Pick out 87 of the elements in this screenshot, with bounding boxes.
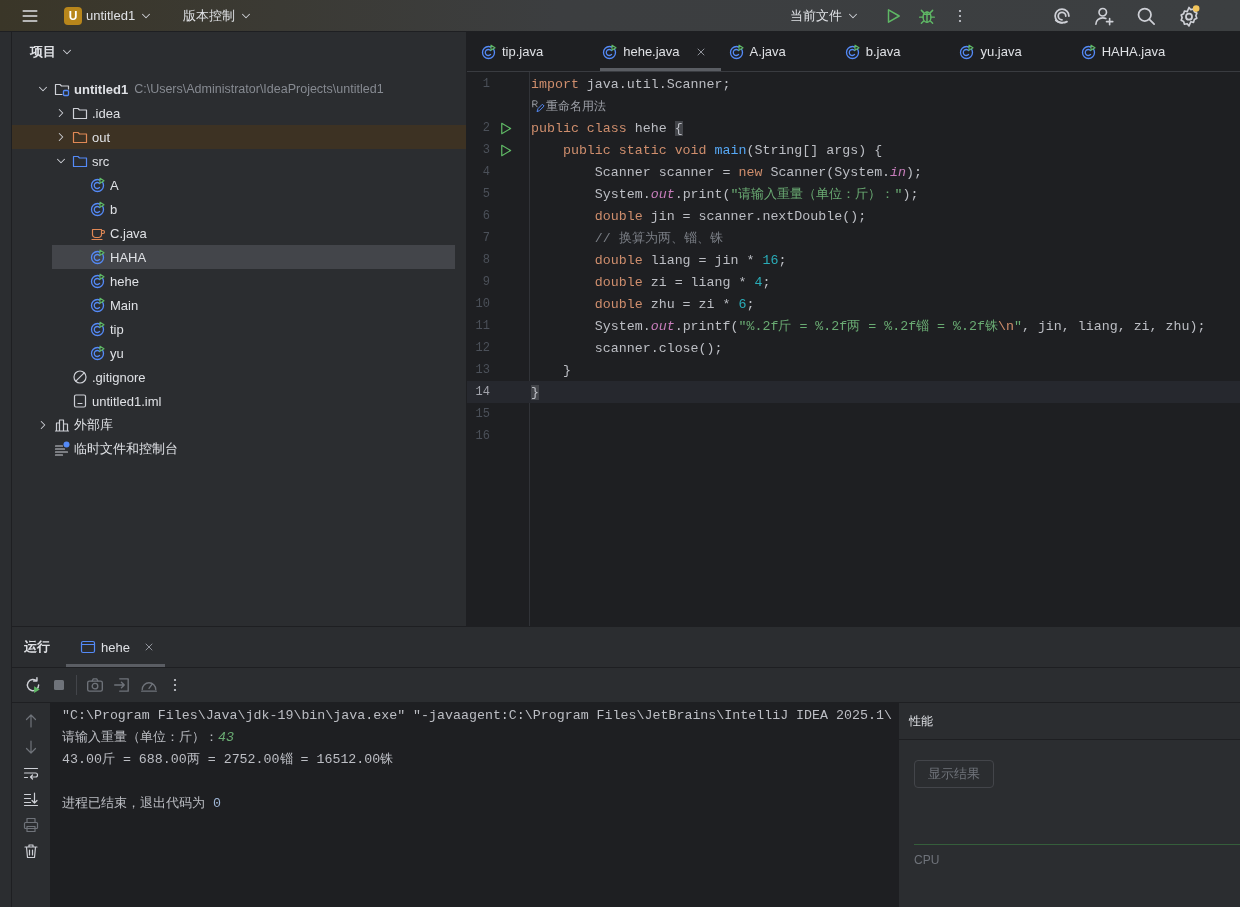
console-line: 进程已结束，退出代码为 0: [62, 795, 221, 812]
library-icon: [54, 417, 70, 433]
class-icon: [90, 273, 106, 289]
tree-item[interactable]: untitled1 C:\Users\Administrator\IdeaProjects\untitled1: [12, 77, 466, 101]
code-line: double jin = scanner.nextDouble();: [593, 208, 867, 224]
class-icon: [728, 43, 745, 60]
console-line: "C:\Program Files\Java\jdk-19\bin\java.exe" "-javaagent:C:\Program Files\JetBrains\IntelliJ IDEA 2025.1\: [62, 707, 892, 723]
editor-tab[interactable]: HAHA.java: [1078, 32, 1217, 71]
rerun-icon[interactable]: [24, 676, 42, 694]
project-view-title[interactable]: 项目: [24, 42, 80, 62]
code-line: import java.util.Scanner;: [531, 76, 731, 92]
editor-tab[interactable]: A.java: [726, 32, 837, 71]
class-icon: [90, 201, 106, 217]
code-line: public class hehe {: [531, 120, 683, 136]
folder-icon: [72, 129, 88, 145]
code-line: }: [561, 362, 571, 378]
panel-title: 性能: [909, 712, 933, 730]
class-icon: [959, 43, 976, 60]
slashed-circle-icon: [72, 369, 88, 385]
class-icon: [90, 297, 106, 313]
project-menu[interactable]: untitled1: [82, 2, 158, 29]
spiral-icon[interactable]: [1052, 5, 1072, 26]
arrow-down-icon[interactable]: [23, 739, 39, 755]
tree-item[interactable]: yu: [12, 341, 466, 365]
code-line: double liang = jin * 16;: [593, 252, 787, 268]
class-icon: [90, 177, 106, 193]
tree-item[interactable]: .idea: [12, 101, 466, 125]
stop-icon[interactable]: [51, 677, 67, 693]
tree-item[interactable]: A: [12, 173, 466, 197]
run-tab[interactable]: hehe: [66, 627, 165, 667]
folder-icon: [54, 81, 70, 97]
usage-hint[interactable]: 重命名用法: [546, 97, 606, 115]
code-line: public static void main(String[] args) {: [561, 142, 883, 158]
tree-item[interactable]: .gitignore: [12, 365, 466, 389]
code-line: double zhu = zi * 6;: [593, 296, 755, 312]
code-line: scanner.close();: [593, 340, 723, 356]
class-icon: [1080, 43, 1097, 60]
editor-tab[interactable]: tip.java: [479, 32, 595, 71]
class-icon: [602, 43, 619, 60]
search-icon[interactable]: [1136, 5, 1156, 26]
tree-item[interactable]: b: [12, 197, 466, 221]
project-badge: U: [64, 6, 82, 25]
class-icon: [481, 43, 497, 60]
trash-icon[interactable]: [23, 843, 39, 859]
settings-icon[interactable]: [1178, 4, 1200, 27]
print-icon[interactable]: [23, 817, 39, 833]
tree-item[interactable]: Main: [12, 293, 466, 317]
class-icon: [844, 43, 861, 60]
metric-label: CPU: [914, 853, 940, 867]
folder-icon: [72, 153, 88, 169]
window-icon: [80, 639, 96, 655]
tree-item[interactable]: out: [12, 125, 466, 149]
wrap-icon[interactable]: [23, 765, 39, 781]
scroll-end-icon[interactable]: [23, 791, 39, 807]
editor-tab[interactable]: hehe.java: [600, 32, 721, 71]
editor-tab[interactable]: b.java: [842, 32, 952, 71]
class-icon: [90, 345, 106, 361]
file-icon: [72, 393, 88, 409]
code-line: double zi = liang * 4;: [593, 274, 771, 290]
line-number: 14: [474, 385, 490, 399]
run-config-menu[interactable]: 当前文件: [786, 2, 864, 29]
rename-icon[interactable]: [531, 99, 545, 113]
tree-item[interactable]: C.java: [12, 221, 466, 245]
code-line: System.out.printf("%.2f斤 = %.2f两 = %.2f锱 = %.2f铢\n", jin, liang, zi, zhu);: [593, 318, 1206, 335]
tree-item[interactable]: untitled1.iml: [12, 389, 466, 413]
arrow-up-icon[interactable]: [23, 713, 39, 729]
folder-icon: [72, 105, 88, 121]
add-user-icon[interactable]: [1094, 5, 1114, 26]
code-line: Scanner scanner = new Scanner(System.in);: [593, 164, 923, 180]
code-line: // 换算为两、锱、铢: [593, 230, 723, 247]
class-icon: [90, 249, 106, 265]
vcs-menu[interactable]: 版本控制: [179, 2, 258, 29]
list-icon: [54, 441, 70, 457]
editor-tab[interactable]: yu.java: [957, 32, 1073, 71]
camera-icon[interactable]: [86, 676, 104, 694]
panel-title: 运行: [24, 638, 50, 656]
login-icon[interactable]: [113, 676, 131, 694]
path-text: C:\Users\Administrator\IdeaProjects\untitled1: [134, 82, 384, 96]
class-icon: [90, 321, 106, 337]
console-line: 43.00斤 = 688.00两 = 2752.00锱 = 16512.00铢: [62, 751, 394, 768]
tree-item[interactable]: tip: [12, 317, 466, 341]
tree-item[interactable]: 临时文件和控制台: [12, 437, 466, 461]
tree-item[interactable]: 外部库: [12, 413, 466, 437]
tree-item[interactable]: src: [12, 149, 466, 173]
code-line: System.out.print("请输入重量（单位：斤）：");: [593, 186, 919, 203]
console-line: 请输入重量（单位：斤）：43: [62, 729, 234, 746]
tree-item[interactable]: hehe: [12, 269, 466, 293]
